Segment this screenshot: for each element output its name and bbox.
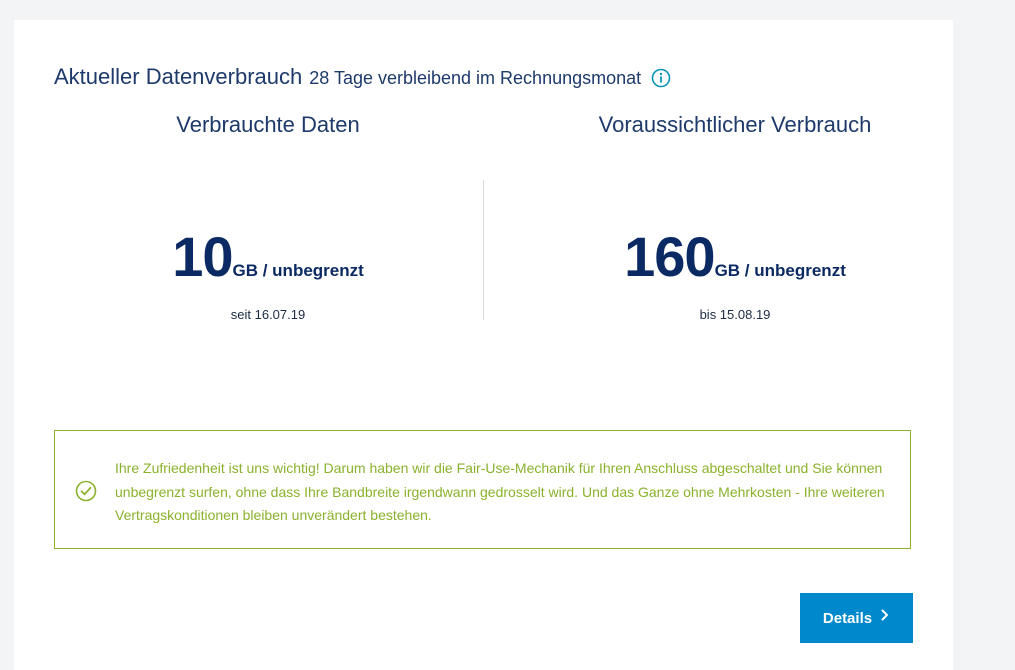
consumed-amount: 10 xyxy=(172,225,233,288)
forecast-amount: 160 xyxy=(624,225,715,288)
consumed-data-section: Verbrauchte Daten 10GB / unbegrenzt seit… xyxy=(14,112,522,322)
check-circle-icon xyxy=(75,480,97,502)
chevron-right-icon xyxy=(880,608,890,626)
consumed-data-heading: Verbrauchte Daten xyxy=(176,112,360,137)
card-header: Aktueller Datenverbrauch 28 Tage verblei… xyxy=(54,64,671,90)
consumed-data-value: 10GB / unbegrenzt xyxy=(14,224,522,289)
fair-use-notice-text: Ihre Zufriedenheit ist uns wichtig! Daru… xyxy=(115,460,885,523)
data-usage-card: Aktueller Datenverbrauch 28 Tage verblei… xyxy=(14,20,953,670)
details-button[interactable]: Details xyxy=(800,593,913,643)
card-title: Aktueller Datenverbrauch xyxy=(54,64,303,89)
column-divider xyxy=(483,180,484,320)
forecast-heading: Voraussichtlicher Verbrauch xyxy=(598,112,872,137)
billing-period-remaining: 28 Tage verbleibend im Rechnungsmonat xyxy=(309,68,642,88)
consumed-unit: GB / unbegrenzt xyxy=(232,261,364,280)
forecast-until-date: bis 15.08.19 xyxy=(699,307,771,322)
consumed-since-date: seit 16.07.19 xyxy=(230,307,306,322)
forecast-unit: GB / unbegrenzt xyxy=(714,261,846,280)
forecast-section: Voraussichtlicher Verbrauch 160GB / unbe… xyxy=(492,112,978,322)
info-circle-icon[interactable] xyxy=(651,68,671,88)
forecast-value: 160GB / unbegrenzt xyxy=(492,224,978,289)
fair-use-notice: Ihre Zufriedenheit ist uns wichtig! Daru… xyxy=(54,430,911,549)
details-button-label: Details xyxy=(822,609,873,627)
